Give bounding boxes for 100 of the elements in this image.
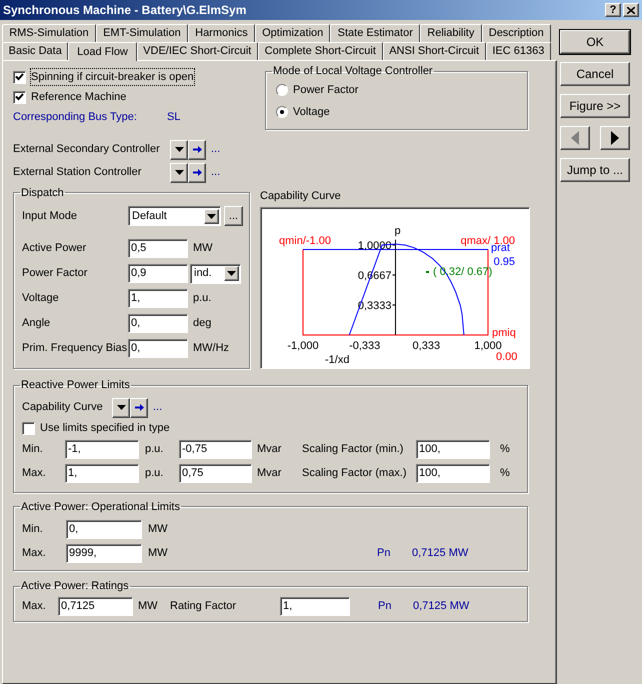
chart-annotation: 0.95: [494, 256, 515, 268]
dialog-button[interactable]: Figure >>: [560, 94, 630, 118]
triangle-right-icon: [611, 131, 619, 145]
field-label: Capability Curve: [22, 401, 103, 414]
input-field[interactable]: 0,: [128, 339, 188, 358]
unit-label: deg: [193, 317, 212, 330]
input-field[interactable]: 100,: [416, 440, 490, 459]
chart-annotation: 0.00: [496, 351, 518, 363]
input-field[interactable]: 0,: [66, 520, 142, 538]
jump-button[interactable]: [130, 398, 148, 418]
group-title: Active Power: Operational Limits: [21, 500, 180, 512]
field-label: Voltage: [22, 292, 59, 304]
nominal-label: Pn: [378, 600, 392, 612]
select-button[interactable]: [170, 140, 188, 160]
caret-icon: [116, 405, 126, 410]
close-icon: [627, 6, 635, 14]
help-button[interactable]: ?: [605, 3, 621, 17]
next-button[interactable]: [600, 126, 630, 150]
group-title: Reactive Power Limits: [21, 379, 130, 391]
input-field[interactable]: 0,9: [128, 264, 188, 283]
dropdown[interactable]: ind.: [190, 264, 241, 284]
field-label: Scaling Factor (min.): [302, 443, 404, 456]
caret-icon: [207, 214, 216, 218]
unit-label: MW: [148, 522, 168, 535]
arrow-right-icon: [192, 146, 202, 153]
chart-annotation: qmin/-1.00: [279, 235, 331, 247]
tab[interactable]: VDE/IEC Short-Circuit: [136, 42, 258, 60]
field-label: Min.: [22, 522, 43, 535]
jump-button[interactable]: [188, 162, 206, 182]
input-field[interactable]: 0,5: [128, 239, 188, 258]
x-tick-label: -1,000: [287, 340, 319, 352]
select-button[interactable]: [112, 398, 130, 418]
checkbox[interactable]: [13, 70, 26, 84]
radio-button[interactable]: [276, 106, 288, 118]
dropdown-value: Default: [132, 208, 167, 224]
bus-type-value: SL: [166, 110, 180, 125]
checkbox[interactable]: [22, 422, 35, 435]
checkbox-label: Spinning if circuit-breaker is open: [31, 68, 194, 86]
input-field[interactable]: 1,: [65, 464, 139, 483]
more-button[interactable]: ...: [211, 141, 220, 158]
tab[interactable]: Reliability: [420, 24, 482, 42]
field-label: Max.: [22, 600, 46, 612]
radio-label: Voltage: [293, 105, 330, 120]
tab[interactable]: EMT-Simulation: [96, 24, 188, 42]
dialog-button[interactable]: Jump to ...: [560, 158, 630, 182]
tab[interactable]: IEC 61363: [486, 42, 551, 60]
input-field[interactable]: 1,: [128, 289, 188, 308]
nominal-value: 0,7125 MW: [412, 546, 468, 561]
unit-label: p.u.: [145, 467, 164, 480]
x-tick-label: 1,000: [474, 340, 502, 352]
tab[interactable]: Basic Data: [2, 42, 68, 60]
input-field[interactable]: 9999,: [66, 544, 142, 562]
dialog-button[interactable]: OK: [560, 30, 630, 54]
triangle-left-icon: [571, 131, 579, 145]
tab[interactable]: Description: [482, 24, 551, 42]
field-label: Active Power: [22, 242, 86, 254]
input-field[interactable]: -0,75: [179, 440, 252, 459]
field-label: External Station Controller: [13, 166, 142, 178]
more-button[interactable]: ...: [153, 399, 162, 416]
more-button[interactable]: ...: [224, 206, 243, 226]
field-label: Rating Factor: [170, 600, 236, 612]
checkbox-label: Reference Machine: [31, 90, 126, 105]
jump-button[interactable]: [188, 140, 206, 160]
x-tick-label: 0,333: [412, 340, 440, 352]
unit-label: MW/Hz: [193, 342, 230, 354]
input-field[interactable]: 0,7125: [58, 596, 133, 616]
tab[interactable]: Harmonics: [188, 24, 255, 42]
field-label: Min.: [22, 443, 43, 456]
input-field[interactable]: 1,: [280, 596, 350, 616]
group-title: Dispatch: [21, 186, 64, 198]
tab[interactable]: Optimization: [254, 24, 330, 42]
input-field[interactable]: -1,: [65, 440, 139, 459]
unit-label: MW: [138, 600, 158, 612]
input-field[interactable]: 0,75: [179, 464, 252, 483]
x-tick-label: -0,333: [349, 340, 380, 352]
more-button[interactable]: ...: [211, 164, 220, 181]
tab[interactable]: Complete Short-Circuit: [258, 42, 383, 60]
close-button[interactable]: [623, 3, 639, 17]
tab[interactable]: RMS-Simulation: [2, 24, 96, 42]
caret-icon: [174, 147, 184, 152]
select-button[interactable]: [170, 162, 188, 182]
field-label: Max.: [22, 467, 46, 480]
unit-label: %: [500, 467, 510, 480]
bus-type-label: Corresponding Bus Type:: [13, 110, 137, 125]
tab[interactable]: State Estimator: [330, 24, 420, 42]
radio-button[interactable]: [276, 84, 288, 96]
field-label: Max.: [22, 546, 46, 559]
checkbox[interactable]: [13, 90, 26, 104]
chart-annotation: pmiq: [492, 327, 516, 339]
group-title: Active Power: Ratings: [21, 580, 129, 592]
tab[interactable]: Load Flow: [68, 42, 137, 61]
dialog-button[interactable]: Cancel: [560, 62, 630, 86]
input-field[interactable]: 100,: [416, 464, 490, 483]
field-label: Scaling Factor (max.): [302, 467, 407, 480]
unit-label: p.u.: [193, 292, 212, 304]
input-field[interactable]: 0,: [128, 314, 188, 333]
tab[interactable]: ANSI Short-Circuit: [382, 42, 486, 60]
unit-label: MW: [193, 242, 213, 254]
x-axis-label: -1/xd: [325, 354, 350, 366]
input-mode-dropdown[interactable]: Default: [128, 206, 221, 226]
